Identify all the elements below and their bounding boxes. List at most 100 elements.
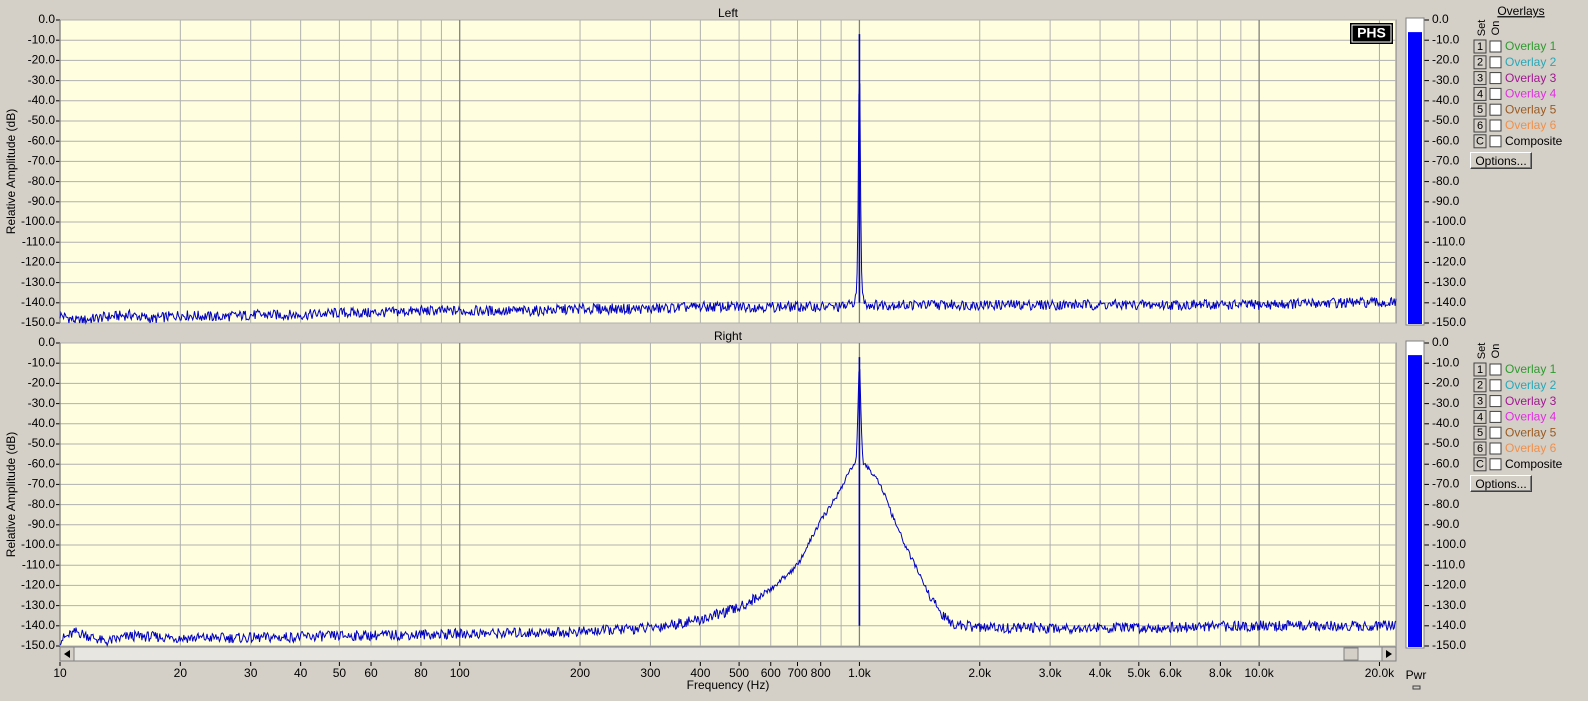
y-tick-label: -50.0 bbox=[28, 436, 56, 450]
y-tick-label: -60.0 bbox=[28, 456, 56, 470]
overlay-set-key[interactable]: 3 bbox=[1477, 396, 1483, 408]
overlay-set-key[interactable]: C bbox=[1476, 136, 1484, 148]
overlay-on-checkbox[interactable] bbox=[1489, 395, 1502, 408]
y-tick-label: -30.0 bbox=[28, 396, 56, 410]
overlay-set-key[interactable]: 1 bbox=[1477, 41, 1483, 53]
meter-tick-label: -60.0 bbox=[1432, 456, 1460, 470]
overlay-set-key[interactable]: 4 bbox=[1477, 88, 1483, 100]
panel-right: Right 0.0 0.0 -10.0 -10.0 -20.0 -20.0 -30.0 -30.… bbox=[4, 325, 1563, 652]
overlay-on-checkbox[interactable] bbox=[1489, 56, 1502, 69]
meter-fill bbox=[1408, 32, 1422, 325]
x-tick-label: 10 bbox=[53, 666, 67, 680]
meter-tick-label: -30.0 bbox=[1432, 396, 1460, 410]
plot-area bbox=[59, 19, 1397, 324]
meter-tick-label: -20.0 bbox=[1432, 376, 1460, 390]
plot-area bbox=[59, 342, 1397, 647]
x-tick-label: 80 bbox=[414, 666, 428, 680]
meter-tick-label: -150.0 bbox=[1432, 315, 1466, 329]
overlay-set-key[interactable]: 2 bbox=[1477, 380, 1483, 392]
resize-grip-icon bbox=[1412, 685, 1421, 690]
scrollbar-track bbox=[59, 646, 1397, 662]
panel-title: Left bbox=[718, 6, 739, 20]
horizontal-scrollbar[interactable] bbox=[59, 646, 1397, 662]
overlay-on-checkbox[interactable] bbox=[1489, 379, 1502, 392]
overlay-set-key[interactable]: 5 bbox=[1477, 427, 1483, 439]
x-tick-label: 4.0k bbox=[1089, 666, 1113, 680]
meter-tick-label: -110.0 bbox=[1432, 234, 1465, 248]
meter-tick-label: -140.0 bbox=[1432, 618, 1466, 632]
overlay-on-checkbox[interactable] bbox=[1489, 40, 1502, 53]
meter-tick-label: -40.0 bbox=[1432, 93, 1460, 107]
overlay-set-key[interactable]: 6 bbox=[1477, 443, 1483, 455]
logo-text: PHS bbox=[1357, 25, 1386, 41]
y-tick-label: -140.0 bbox=[21, 618, 55, 632]
x-tick-label: 60 bbox=[364, 666, 378, 680]
overlay-on-checkbox[interactable] bbox=[1489, 458, 1502, 471]
overlay-label: Overlay 2 bbox=[1505, 55, 1557, 69]
meter-tick-label: -50.0 bbox=[1432, 436, 1460, 450]
x-tick-label: 1.0k bbox=[848, 666, 872, 680]
scroll-thumb bbox=[1343, 647, 1359, 661]
x-tick-label: 100 bbox=[450, 666, 470, 680]
x-tick-label: 30 bbox=[244, 666, 258, 680]
overlay-on-checkbox[interactable] bbox=[1489, 135, 1502, 148]
overlay-set-key[interactable]: 5 bbox=[1477, 104, 1483, 116]
overlay-set-key[interactable]: 1 bbox=[1477, 364, 1483, 376]
meter-tick-label: 0.0 bbox=[1432, 335, 1449, 349]
overlay-label: Overlay 1 bbox=[1505, 39, 1557, 53]
overlay-label: Overlay 1 bbox=[1505, 362, 1557, 376]
x-tick-label: 300 bbox=[640, 666, 660, 680]
x-tick-label: 20.0k bbox=[1365, 666, 1395, 680]
overlay-set-key[interactable]: C bbox=[1476, 459, 1484, 471]
overlay-on-checkbox[interactable] bbox=[1489, 72, 1502, 85]
meter-tick-label: -10.0 bbox=[1432, 32, 1460, 46]
y-tick-label: -100.0 bbox=[21, 537, 55, 551]
x-axis-label: Frequency (Hz) bbox=[687, 678, 770, 692]
overlay-on-checkbox[interactable] bbox=[1489, 426, 1502, 439]
y-tick-label: -60.0 bbox=[28, 133, 56, 147]
overlay-on-checkbox[interactable] bbox=[1489, 410, 1502, 423]
y-tick-label: -120.0 bbox=[21, 255, 55, 269]
y-axis-label: Relative Amplitude (dB) bbox=[4, 432, 18, 557]
overlay-set-key[interactable]: 4 bbox=[1477, 411, 1483, 423]
on-label: On bbox=[1490, 344, 1502, 359]
meter-tick-label: -70.0 bbox=[1432, 477, 1460, 491]
overlay-label: Composite bbox=[1505, 457, 1563, 471]
y-tick-label: -40.0 bbox=[28, 416, 56, 430]
panel-left: Left 0.0 0.0 -10.0 -10.0 -20.0 -20.0 -30.0 -30.0… bbox=[4, 2, 1563, 329]
meter-tick-label: -80.0 bbox=[1432, 497, 1460, 511]
overlay-set-key[interactable]: 3 bbox=[1477, 73, 1483, 85]
meter-tick-label: 0.0 bbox=[1432, 12, 1449, 26]
y-tick-label: -20.0 bbox=[28, 53, 56, 67]
overlay-label: Overlay 6 bbox=[1505, 118, 1557, 132]
x-tick-label: 2.0k bbox=[968, 666, 992, 680]
overlay-label: Overlay 3 bbox=[1505, 394, 1557, 408]
y-tick-label: -110.0 bbox=[22, 557, 55, 571]
overlay-on-checkbox[interactable] bbox=[1489, 442, 1502, 455]
x-tick-label: 200 bbox=[570, 666, 590, 680]
meter-tick-label: -120.0 bbox=[1432, 578, 1466, 592]
overlay-on-checkbox[interactable] bbox=[1489, 87, 1502, 100]
y-tick-label: 0.0 bbox=[38, 12, 55, 26]
meter-tick-label: -130.0 bbox=[1432, 275, 1466, 289]
y-tick-label: -140.0 bbox=[21, 295, 55, 309]
x-tick-label: 8.0k bbox=[1209, 666, 1233, 680]
meter-tick-label: -10.0 bbox=[1432, 355, 1460, 369]
overlay-set-key[interactable]: 2 bbox=[1477, 57, 1483, 69]
overlay-on-checkbox[interactable] bbox=[1489, 119, 1502, 132]
meter-tick-label: -140.0 bbox=[1432, 295, 1466, 309]
x-tick-label: 50 bbox=[333, 666, 347, 680]
panel-title: Right bbox=[714, 329, 743, 343]
meter-tick-label: -110.0 bbox=[1432, 557, 1465, 571]
overlay-on-checkbox[interactable] bbox=[1489, 103, 1502, 116]
meter-tick-label: -90.0 bbox=[1432, 517, 1460, 531]
overlays-title: Overlays bbox=[1497, 4, 1544, 18]
x-tick-label: 700 bbox=[787, 666, 807, 680]
meter-tick-label: -30.0 bbox=[1432, 73, 1460, 87]
x-tick-label: 800 bbox=[811, 666, 831, 680]
overlay-on-checkbox[interactable] bbox=[1489, 363, 1502, 376]
overlay-set-key[interactable]: 6 bbox=[1477, 120, 1483, 132]
meter-tick-label: -20.0 bbox=[1432, 53, 1460, 67]
overlay-label: Overlay 5 bbox=[1505, 102, 1557, 116]
meter-tick-label: -70.0 bbox=[1432, 154, 1460, 168]
